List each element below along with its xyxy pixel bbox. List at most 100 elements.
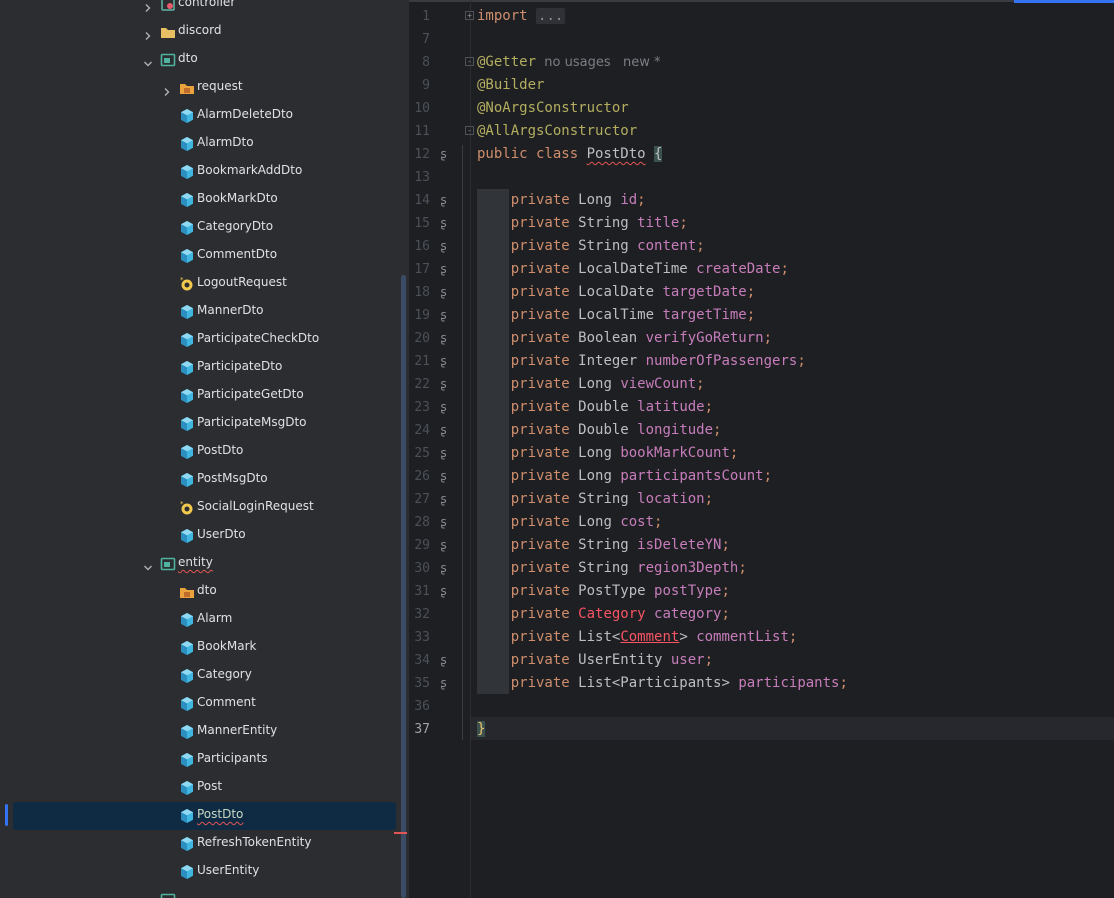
tree-item[interactable]: BookMark — [0, 634, 400, 662]
fold-toggle-icon[interactable]: + — [465, 11, 474, 20]
tree-item[interactable]: RefreshTokenEntity — [0, 830, 400, 858]
gutter-vcs-icon[interactable]: ʂ — [440, 584, 447, 598]
error-stripe-marker[interactable] — [394, 832, 407, 834]
code-line[interactable]: 25 ʂ private Long bookMarkCount; — [409, 442, 1114, 465]
code-line[interactable]: 30 ʂ private String region3Depth; — [409, 557, 1114, 580]
tree-item[interactable]: CategoryDto — [0, 214, 400, 242]
code-line[interactable]: 22 ʂ private Long viewCount; — [409, 373, 1114, 396]
code-line[interactable]: 36 — [409, 695, 1114, 718]
code-line[interactable]: 16 ʂ private String content; — [409, 235, 1114, 258]
tree-item[interactable]: request — [0, 74, 400, 102]
tree-item[interactable]: UserDto — [0, 522, 400, 550]
code-line[interactable]: 27 ʂ private String location; — [409, 488, 1114, 511]
tree-item[interactable]: ParticipateGetDto — [0, 382, 400, 410]
tree-item[interactable]: BookmarkAddDto — [0, 158, 400, 186]
code-line[interactable]: 18 ʂ private LocalDate targetDate; — [409, 281, 1114, 304]
tree-scrollbar-thumb[interactable] — [401, 275, 406, 898]
tree-item[interactable]: AlarmDeleteDto — [0, 102, 400, 130]
fold-toggle-icon[interactable]: - — [465, 126, 474, 135]
tree-item[interactable]: discord — [0, 18, 400, 46]
code-line[interactable]: 37} — [409, 718, 1114, 741]
code-line[interactable]: 28 ʂ private Long cost; — [409, 511, 1114, 534]
code-line[interactable]: 19 ʂ private LocalTime targetTime; — [409, 304, 1114, 327]
tree-item[interactable]: Alarm — [0, 606, 400, 634]
gutter-vcs-icon[interactable]: ʂ — [440, 446, 447, 460]
tree-item[interactable]: MannerEntity — [0, 718, 400, 746]
tree-item[interactable]: CommentDto — [0, 242, 400, 270]
tree-item[interactable]: ParticipateMsgDto — [0, 410, 400, 438]
tree-item[interactable]: Comment — [0, 690, 400, 718]
code-line[interactable]: 34 ʂ private UserEntity user; — [409, 649, 1114, 672]
tree-item[interactable]: ParticipateDto — [0, 354, 400, 382]
gutter-vcs-icon[interactable]: ʂ — [440, 147, 447, 161]
tree-item[interactable]: dto — [0, 578, 400, 606]
tree-item[interactable]: ParticipateCheckDto — [0, 326, 400, 354]
code-line[interactable]: 12 ʂ public class PostDto { — [409, 143, 1114, 166]
code-line[interactable]: 32 private Category category; — [409, 603, 1114, 626]
tree-item[interactable]: PostDto — [0, 438, 400, 466]
tree-item[interactable]: PostDto — [13, 802, 396, 830]
tree-item[interactable]: Participants — [0, 746, 400, 774]
fold-toggle-icon[interactable]: - — [465, 57, 474, 66]
tree-item[interactable]: BookMarkDto — [0, 186, 400, 214]
code-line[interactable]: 35 ʂ private List<Participants> participa… — [409, 672, 1114, 695]
gutter-vcs-icon[interactable]: ʂ — [440, 216, 447, 230]
code-token: ; — [704, 491, 714, 507]
tree-item[interactable]: dto — [0, 46, 400, 74]
code-line[interactable]: 15 ʂ private String title; — [409, 212, 1114, 235]
gutter-vcs-icon[interactable]: ʂ — [440, 377, 447, 391]
tree-item[interactable]: entity — [0, 550, 400, 578]
code-line[interactable]: 11 - @AllArgsConstructor — [409, 120, 1114, 143]
chevron-right-icon[interactable] — [162, 82, 172, 96]
tree-item[interactable]: MannerDto — [0, 298, 400, 326]
code-line[interactable]: 31 ʂ private PostType postType; — [409, 580, 1114, 603]
tree-item[interactable]: * LogoutRequest — [0, 270, 400, 298]
gutter-vcs-icon[interactable]: ʂ — [440, 492, 447, 506]
chevron-right-icon[interactable] — [143, 0, 153, 12]
chevron-right-icon[interactable] — [143, 894, 153, 898]
tree-item[interactable]: UserEntity — [0, 858, 400, 886]
tree-item[interactable] — [0, 886, 400, 898]
code-line[interactable]: 29 ʂ private String isDeleteYN; — [409, 534, 1114, 557]
tree-item[interactable]: Post — [0, 774, 400, 802]
gutter-vcs-icon[interactable]: ʂ — [440, 653, 447, 667]
code-line[interactable]: 23 ʂ private Double latitude; — [409, 396, 1114, 419]
code-line[interactable]: 9 @Builder — [409, 74, 1114, 97]
code-line[interactable]: 20 ʂ private Boolean verifyGoReturn; — [409, 327, 1114, 350]
gutter-vcs-icon[interactable]: ʂ — [440, 285, 447, 299]
code-line[interactable]: 24 ʂ private Double longitude; — [409, 419, 1114, 442]
code-line[interactable]: 17 ʂ private LocalDateTime createDate; — [409, 258, 1114, 281]
gutter-vcs-icon[interactable]: ʂ — [440, 469, 447, 483]
tree-item[interactable]: Category — [0, 662, 400, 690]
chevron-down-icon[interactable] — [143, 54, 153, 67]
gutter-vcs-icon[interactable]: ʂ — [440, 538, 447, 552]
gutter-vcs-icon[interactable]: ʂ — [440, 676, 447, 690]
tree-item-label: ParticipateGetDto — [197, 387, 304, 401]
gutter-vcs-icon[interactable]: ʂ — [440, 400, 447, 414]
code-editor[interactable]: 1 + import ... 7 8- @Getter no usages new * 9 @… — [409, 0, 1114, 898]
gutter-vcs-icon[interactable]: ʂ — [440, 308, 447, 322]
tree-item[interactable]: controller — [0, 0, 400, 18]
code-line[interactable]: 10 @NoArgsConstructor — [409, 97, 1114, 120]
tree-item[interactable]: PostMsgDto — [0, 466, 400, 494]
tree-item[interactable]: * SocialLoginRequest — [0, 494, 400, 522]
code-line[interactable]: 7 — [409, 28, 1114, 51]
gutter-vcs-icon[interactable]: ʂ — [440, 561, 447, 575]
gutter-vcs-icon[interactable]: ʂ — [440, 423, 447, 437]
gutter-vcs-icon[interactable]: ʂ — [440, 331, 447, 345]
code-line[interactable]: 21 ʂ private Integer numberOfPassengers; — [409, 350, 1114, 373]
code-line[interactable]: 8 - @Getter no usages new * — [409, 51, 1114, 74]
code-line[interactable]: 14 ʂ private Long id; — [409, 189, 1114, 212]
gutter-vcs-icon[interactable]: ʂ — [440, 193, 447, 207]
tree-item[interactable]: AlarmDto — [0, 130, 400, 158]
code-line[interactable]: 1 + import ... — [409, 5, 1114, 28]
gutter-vcs-icon[interactable]: ʂ — [440, 239, 447, 253]
gutter-vcs-icon[interactable]: ʂ — [440, 262, 447, 276]
gutter-vcs-icon[interactable]: ʂ — [440, 354, 447, 368]
chevron-down-icon[interactable] — [143, 558, 153, 571]
code-line[interactable]: 33 private List<Comment> commentList; — [409, 626, 1114, 649]
code-line[interactable]: 26 ʂ private Long participantsCount; — [409, 465, 1114, 488]
gutter-vcs-icon[interactable]: ʂ — [440, 515, 447, 529]
chevron-right-icon[interactable] — [143, 26, 153, 40]
code-line[interactable]: 13 — [409, 166, 1114, 189]
